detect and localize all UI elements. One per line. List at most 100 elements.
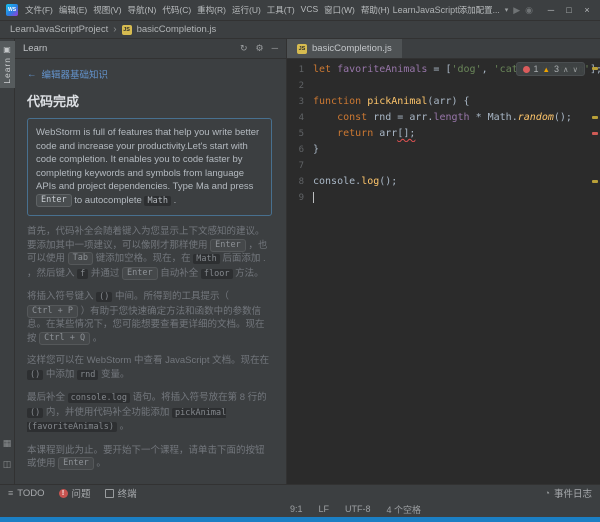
code-line[interactable]: 7 bbox=[287, 158, 600, 174]
problems-icon: ! bbox=[59, 489, 68, 498]
panel-header-icons: ↻ ⚙ ─ bbox=[240, 43, 278, 54]
menu-item[interactable]: 工具(T) bbox=[264, 2, 298, 18]
line-number: 5 bbox=[287, 126, 313, 142]
minimize-button[interactable]: ─ bbox=[542, 2, 560, 18]
code-line[interactable]: 5 return arr[]; bbox=[287, 126, 600, 142]
code-token: * bbox=[470, 112, 488, 123]
window-controls: ─ □ × bbox=[542, 2, 596, 18]
code-token: log bbox=[361, 176, 379, 187]
menu-item[interactable]: 导航(N) bbox=[125, 2, 160, 18]
window-title: LearnJavaScriptProject bbox=[393, 5, 459, 15]
code-token: , bbox=[482, 64, 494, 75]
maximize-button[interactable]: □ bbox=[560, 2, 578, 18]
code-chip: Math bbox=[144, 196, 170, 206]
structure-icon[interactable]: ▦ bbox=[3, 438, 12, 449]
code-line-text bbox=[313, 190, 600, 206]
title-bar: WS 文件(F)编辑(E)视图(V)导航(N)代码(C)重构(R)运行(U)工具… bbox=[0, 0, 600, 21]
line-number: 3 bbox=[287, 94, 313, 110]
code-token: arr bbox=[379, 128, 397, 139]
menu-item[interactable]: 运行(U) bbox=[229, 2, 264, 18]
error-stripe-mark[interactable] bbox=[592, 132, 598, 135]
hide-icon[interactable]: ─ bbox=[272, 43, 278, 54]
code-line[interactable]: 4 const rnd = arr.length * Math.random()… bbox=[287, 110, 600, 126]
code-line-text: const rnd = arr.length * Math.random(); bbox=[313, 110, 600, 126]
terminal-icon bbox=[105, 489, 114, 498]
warning-stripe-mark[interactable] bbox=[592, 116, 598, 119]
line-number: 1 bbox=[287, 62, 313, 78]
text-caret bbox=[313, 192, 314, 203]
toolwindow-button-terminal[interactable]: 终端 bbox=[105, 486, 137, 500]
menu-item[interactable]: VCS bbox=[298, 2, 321, 18]
toolwindow-button-problems[interactable]: !问题 bbox=[59, 486, 91, 500]
code-line-text: } bbox=[313, 142, 600, 158]
menu-item[interactable]: 编辑(E) bbox=[56, 2, 90, 18]
run-config-selector[interactable]: 添加配置... bbox=[459, 4, 500, 16]
favorites-icon[interactable]: ◫ bbox=[3, 459, 12, 470]
status-item[interactable]: UTF-8 bbox=[345, 504, 371, 514]
text-run: 键添加空格。现在，在 bbox=[93, 253, 193, 264]
text-run: 方法。 bbox=[233, 268, 264, 279]
tool-window-buttons: ≡TODO !问题终端 bbox=[8, 486, 137, 500]
run-icon[interactable]: ▶ bbox=[513, 5, 520, 16]
status-item[interactable]: 9:1 bbox=[290, 504, 303, 514]
chevron-down-icon[interactable]: ∨ bbox=[573, 65, 579, 74]
shortcut-chip: Enter bbox=[210, 239, 246, 252]
warning-stripe-mark[interactable] bbox=[592, 67, 598, 70]
code-token: Math bbox=[488, 112, 512, 123]
code-line[interactable]: 3function pickAnimal(arr) { bbox=[287, 94, 600, 110]
tool-window-stripe: ▣ Learn ▦ ◫ bbox=[0, 39, 15, 484]
code-lines: 1let favoriteAnimals = ['dog', 'cat', 'u… bbox=[287, 62, 600, 206]
code-token: = bbox=[391, 112, 409, 123]
menu-item[interactable]: 窗口(W) bbox=[321, 2, 358, 18]
shortcut-chip: Tab bbox=[68, 252, 93, 265]
code-token: 'dog' bbox=[452, 64, 482, 75]
code-line[interactable]: 6} bbox=[287, 142, 600, 158]
js-file-icon: JS bbox=[122, 25, 132, 35]
event-log-button[interactable]: ◔ 事件日志 bbox=[545, 486, 592, 500]
code-token: arr bbox=[433, 96, 451, 107]
code-editor[interactable]: 1let favoriteAnimals = ['dog', 'cat', 'u… bbox=[287, 59, 600, 484]
line-number: 9 bbox=[287, 190, 313, 206]
restart-icon[interactable]: ↻ bbox=[240, 43, 248, 54]
gear-icon[interactable]: ⚙ bbox=[256, 43, 264, 54]
menu-item[interactable]: 重构(R) bbox=[194, 2, 229, 18]
text-run: 最后补全 bbox=[27, 392, 68, 403]
breadcrumb-file[interactable]: basicCompletion.js bbox=[137, 24, 217, 35]
code-line-text: console.log(); bbox=[313, 174, 600, 190]
status-item[interactable]: 4 个空格 bbox=[387, 503, 422, 516]
inspections-widget[interactable]: 1 ▲ 3 ∧ ∨ bbox=[516, 62, 585, 76]
chevron-up-icon[interactable]: ∧ bbox=[563, 65, 569, 74]
text-run: 变量。 bbox=[98, 369, 129, 380]
warning-stripe-mark[interactable] bbox=[592, 180, 598, 183]
tab-label: basicCompletion.js bbox=[312, 43, 392, 54]
code-token: rnd bbox=[373, 112, 391, 123]
panel-title: Learn bbox=[23, 43, 47, 54]
code-line-text: function pickAnimal(arr) { bbox=[313, 94, 600, 110]
code-line[interactable]: 2 bbox=[287, 78, 600, 94]
toolwindow-button-todo[interactable]: ≡TODO bbox=[8, 486, 45, 500]
warning-count: 3 bbox=[554, 64, 559, 74]
code-chip: Math bbox=[193, 254, 219, 264]
code-line[interactable]: 9 bbox=[287, 190, 600, 206]
lesson-paragraph: 这样您可以在 WebStorm 中查看 JavaScript 文档。现在在 ()… bbox=[27, 354, 272, 382]
menu-item[interactable]: 视图(V) bbox=[90, 2, 124, 18]
back-to-module-link[interactable]: ← 编辑器基础知识 bbox=[27, 67, 272, 81]
menu-item[interactable]: 代码(C) bbox=[159, 2, 194, 18]
code-token: pickAnimal bbox=[367, 96, 427, 107]
line-number: 4 bbox=[287, 110, 313, 126]
learn-tool-window-button[interactable]: ▣ Learn bbox=[0, 41, 15, 88]
status-item[interactable]: LF bbox=[319, 504, 330, 514]
breadcrumb-project[interactable]: LearnJavaScriptProject bbox=[10, 24, 108, 35]
error-icon bbox=[523, 66, 530, 73]
chevron-down-icon[interactable]: ▾ bbox=[505, 6, 509, 14]
menu-item[interactable]: 文件(F) bbox=[22, 2, 56, 18]
close-button[interactable]: × bbox=[578, 2, 596, 18]
menu-item[interactable]: 帮助(H) bbox=[358, 2, 393, 18]
code-line[interactable]: 8console.log(); bbox=[287, 174, 600, 190]
code-token: []; bbox=[397, 128, 415, 139]
debug-icon[interactable]: ◉ bbox=[525, 5, 533, 16]
code-chip: rnd bbox=[77, 370, 98, 380]
todo-icon: ≡ bbox=[8, 488, 13, 498]
code-chip: () bbox=[96, 292, 112, 302]
tab-basiccompletion-js[interactable]: JS basicCompletion.js bbox=[287, 39, 402, 58]
